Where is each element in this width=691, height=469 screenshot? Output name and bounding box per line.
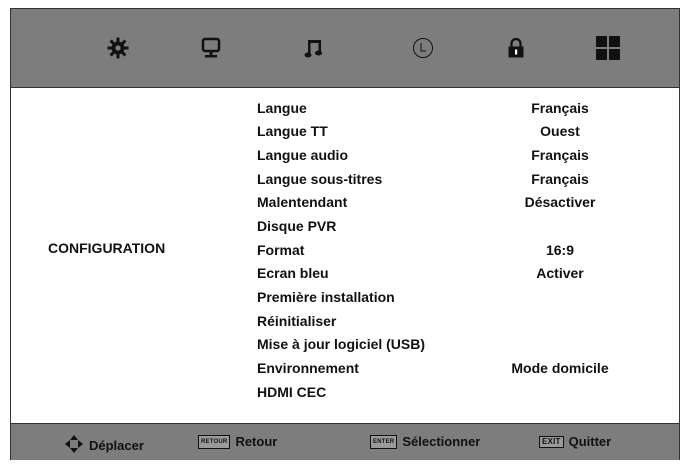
menu-item-value: Activer <box>536 265 584 281</box>
menu-item-langue-sous-titres[interactable]: Langue sous-titres Français <box>11 171 679 191</box>
menu-item-label: Langue <box>257 100 307 116</box>
menu-item-langue[interactable]: Langue Français <box>11 100 679 120</box>
menu-item-label: Langue sous-titres <box>257 171 383 187</box>
tv-menu-window: CONFIGURATION Langue Français Langue TT … <box>10 8 680 460</box>
hint-select: ENTER Sélectionner <box>370 434 480 449</box>
menu-item-value: 16:9 <box>545 242 575 258</box>
menu-item-ecran-bleu[interactable]: Ecran bleu Activer <box>11 265 679 285</box>
menu-item-langue-audio[interactable]: Langue audio Français <box>11 147 679 167</box>
menu-item-disque-pvr[interactable]: Disque PVR <box>11 218 679 238</box>
menu-item-environnement[interactable]: Environnement Mode domicile <box>11 360 679 380</box>
hint-back: RETOUR Retour <box>198 434 277 449</box>
help-bar: Déplacer RETOUR Retour ENTER Sélectionne… <box>11 423 679 460</box>
menu-item-label: Environnement <box>257 360 359 376</box>
menu-item-label: Malentendant <box>257 194 348 210</box>
menu-item-format[interactable]: Format 16:9 <box>11 242 679 262</box>
menu-item-reinitialiser[interactable]: Réinitialiser <box>11 313 679 333</box>
menu-item-hdmi-cec[interactable]: HDMI CEC <box>11 384 679 404</box>
menu-item-value: Français <box>531 100 589 116</box>
clock-icon[interactable] <box>410 35 436 61</box>
menu-item-value: Français <box>531 171 589 187</box>
hint-exit: EXIT Quitter <box>539 434 611 449</box>
menu-item-value: Ouest <box>540 123 580 139</box>
retour-key-icon: RETOUR <box>198 434 231 449</box>
menu-item-mise-a-jour-logiciel[interactable]: Mise à jour logiciel (USB) <box>11 336 679 356</box>
menu-item-label: Mise à jour logiciel (USB) <box>257 336 426 352</box>
menu-item-label: Langue audio <box>257 147 348 163</box>
menu-item-value: Désactiver <box>524 194 596 210</box>
dpad-arrows-icon <box>64 434 84 457</box>
hint-move: Déplacer <box>64 434 144 457</box>
hint-back-label: Retour <box>235 434 278 449</box>
menu-item-malentendant[interactable]: Malentendant Désactiver <box>11 194 679 214</box>
exit-key-icon: EXIT <box>539 435 564 448</box>
picture-settings-icon[interactable] <box>105 35 131 61</box>
enter-key-icon: ENTER <box>370 434 398 449</box>
menu-item-label: Langue TT <box>257 123 328 139</box>
menu-item-label: Première installation <box>257 289 395 305</box>
hint-select-label: Sélectionner <box>402 434 481 449</box>
menu-item-label: Format <box>257 242 305 258</box>
grid-icon[interactable] <box>595 35 621 61</box>
lock-icon[interactable] <box>503 35 529 61</box>
menu-item-langue-tt[interactable]: Langue TT Ouest <box>11 123 679 143</box>
screen-icon[interactable] <box>198 35 224 61</box>
menu-item-label: Ecran bleu <box>257 265 329 281</box>
hint-exit-label: Quitter <box>568 434 612 449</box>
music-icon[interactable] <box>301 35 327 61</box>
menu-tab-bar <box>11 9 679 88</box>
settings-panel: CONFIGURATION Langue Français Langue TT … <box>11 88 679 423</box>
menu-item-value: Mode domicile <box>511 360 609 376</box>
hint-move-label: Déplacer <box>89 438 144 453</box>
menu-item-label: Disque PVR <box>257 218 337 234</box>
menu-item-label: HDMI CEC <box>257 384 327 400</box>
settings-menu: Langue Français Langue TT Ouest Langue a… <box>11 88 679 423</box>
menu-item-value: Français <box>531 147 589 163</box>
menu-item-label: Réinitialiser <box>257 313 337 329</box>
menu-item-premiere-installation[interactable]: Première installation <box>11 289 679 309</box>
